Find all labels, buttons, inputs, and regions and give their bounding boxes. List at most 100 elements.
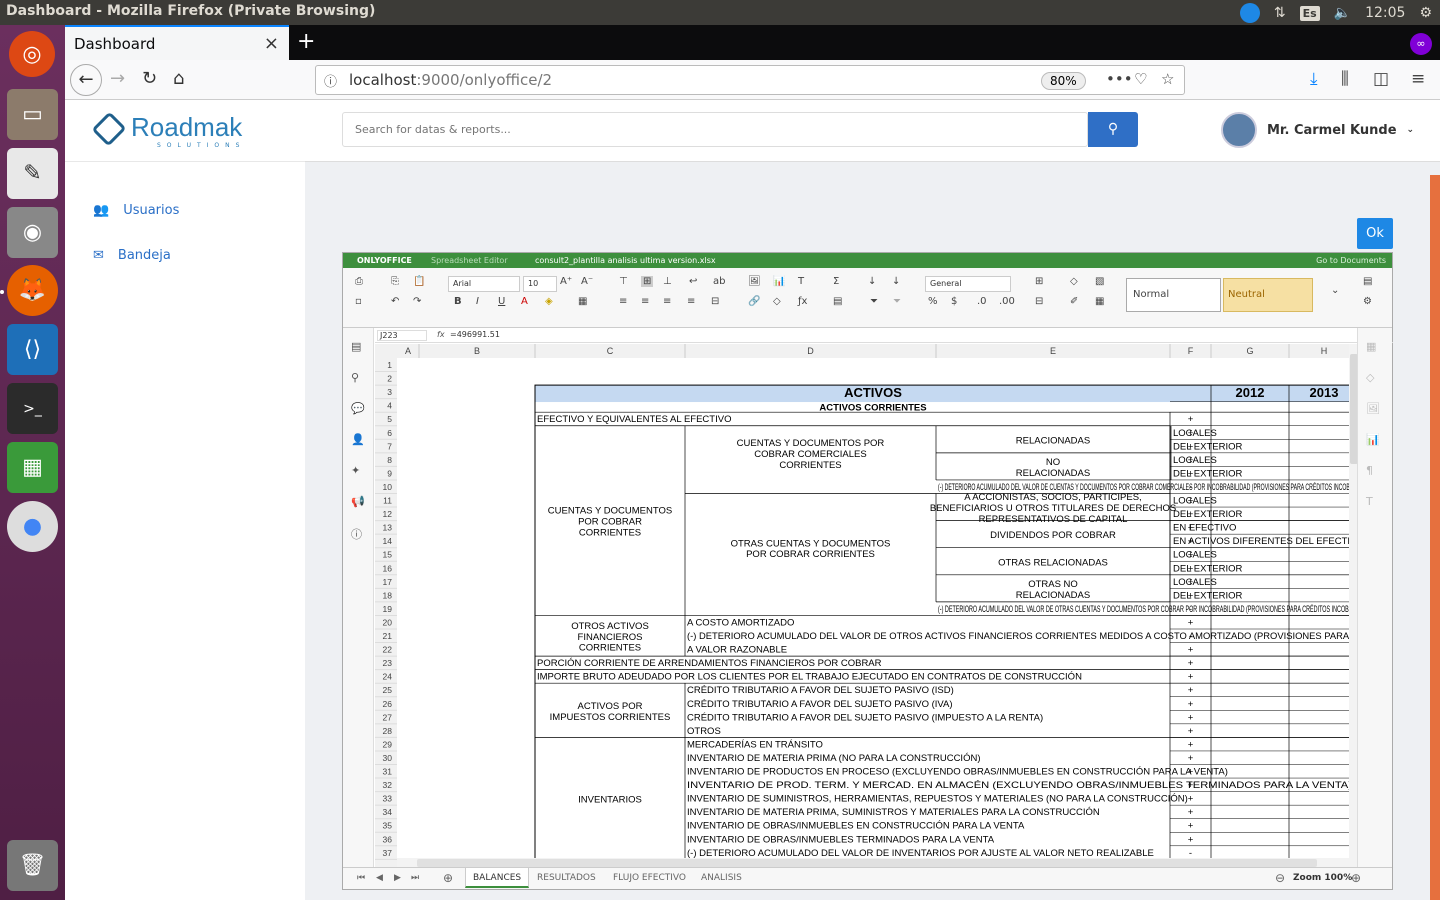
settings-gear-icon[interactable]: ⚙ [1419, 5, 1432, 21]
align-right-icon[interactable]: ≡ [663, 296, 671, 307]
copy-icon[interactable]: ⎘ [391, 276, 399, 287]
sheet-tab-flujo-efectivo[interactable]: FLUJO EFECTIVO [613, 873, 686, 883]
print-icon[interactable]: ⎙ [355, 276, 363, 287]
paragraph-settings-icon[interactable]: ¶ [1366, 464, 1373, 477]
orientation-icon[interactable]: ab [713, 276, 725, 287]
zoom-indicator[interactable]: 80% [1041, 72, 1086, 90]
insert-cells-icon[interactable]: ⊞ [1035, 276, 1043, 287]
sum-icon[interactable]: Σ [833, 276, 839, 287]
align-middle-icon[interactable]: ⊞ [641, 276, 654, 287]
plugins-icon[interactable]: ✦ [351, 464, 360, 477]
increase-font-icon[interactable]: A⁺ [560, 276, 572, 287]
borders-icon[interactable]: ▦ [578, 296, 587, 307]
chat-user-icon[interactable]: 👤 [351, 433, 365, 446]
prev-sheet-icon[interactable]: ◀ [376, 873, 383, 883]
sidebar-toggle-icon[interactable]: ◫ [1373, 69, 1389, 89]
roadmak-logo[interactable]: Roadmak SOLUTIONS [65, 100, 305, 162]
sidebar-item-bandeja[interactable]: ✉ Bandeja [93, 248, 171, 263]
file-menu-icon[interactable]: ▤ [351, 340, 361, 353]
font-name-select[interactable]: Arial [448, 276, 520, 292]
vscode-icon[interactable]: ⟨⟩ [7, 324, 58, 375]
bookmark-star-icon[interactable]: ☆ [1161, 70, 1174, 88]
percent-icon[interactable]: % [928, 296, 938, 307]
copy-style-icon[interactable]: ✐ [1070, 296, 1078, 307]
search-input[interactable] [343, 113, 1087, 146]
chrome-icon[interactable]: ● [7, 501, 58, 552]
image-settings-icon[interactable]: 🖼 [1366, 402, 1380, 415]
zoom-out-icon[interactable]: ⊖ [1275, 871, 1285, 885]
trash-icon[interactable]: 🗑 [7, 840, 58, 891]
style-neutral[interactable]: Neutral [1223, 278, 1313, 312]
currency-icon[interactable]: $ [951, 296, 957, 307]
comments-icon[interactable]: 💬 [351, 402, 365, 415]
about-icon[interactable]: ⓘ [351, 526, 362, 542]
number-format-select[interactable]: General [925, 276, 1011, 292]
teamviewer-icon[interactable] [1239, 3, 1260, 23]
conditional-format-icon[interactable]: ▧ [1095, 276, 1104, 287]
decrease-decimal-icon[interactable]: .0 [977, 296, 987, 307]
url-bar[interactable]: ⓘ localhost:9000/onlyoffice/2 80% ••• ♡ … [315, 65, 1185, 95]
go-to-documents-link[interactable]: Go to Documents [1316, 256, 1386, 265]
styles-expand-icon[interactable]: ⌄ [1331, 285, 1339, 296]
site-info-icon[interactable]: ⓘ [324, 71, 337, 90]
insert-shape-icon[interactable]: ◇ [773, 296, 781, 307]
style-normal[interactable]: Normal [1126, 278, 1221, 312]
insert-text-icon[interactable]: T [798, 276, 804, 287]
spreadsheet-icon[interactable]: ▦ [7, 442, 58, 493]
spreadsheet-grid[interactable]: A B C D E F G H 1 2 3 4 5 6 7 8 9 10 11 12 13 14 15 16 17 18 19 20 2… [375, 344, 1359, 868]
increase-decimal-icon[interactable]: .00 [999, 296, 1015, 307]
formula-input[interactable]: =496991.51 [450, 330, 500, 339]
italic-icon[interactable]: I [476, 296, 479, 307]
volume-icon[interactable]: 🔈 [1334, 5, 1351, 21]
downloads-icon[interactable]: ⤓ [1310, 69, 1318, 89]
shape-settings-icon[interactable]: ◇ [1366, 371, 1374, 384]
sort-desc-icon[interactable]: ↓ [892, 276, 900, 287]
insert-link-icon[interactable]: 🔗 [748, 296, 760, 307]
files-icon[interactable]: ▭ [7, 89, 58, 140]
home-button[interactable]: ⌂ [173, 68, 184, 89]
justify-icon[interactable]: ≡ [687, 296, 695, 307]
view-settings-icon[interactable]: ▤ [1363, 276, 1372, 287]
screenshot-camera-icon[interactable]: ◉ [7, 207, 58, 258]
add-sheet-icon[interactable]: ⊕ [443, 871, 453, 885]
insert-chart-icon[interactable]: 📊 [773, 276, 785, 287]
page-actions-icon[interactable]: ••• [1106, 70, 1133, 88]
first-sheet-icon[interactable]: ⏮ [357, 873, 365, 883]
table-template-icon[interactable]: ▦ [1095, 296, 1104, 307]
sort-asc-icon[interactable]: ↓ [868, 276, 876, 287]
font-size-select[interactable]: 10 [523, 276, 557, 292]
decrease-font-icon[interactable]: A⁻ [581, 276, 593, 287]
undo-icon[interactable]: ↶ [391, 296, 399, 307]
new-tab-icon[interactable]: + [297, 29, 315, 54]
bold-icon[interactable]: B [454, 296, 462, 307]
firefox-icon[interactable]: 🦊 [7, 265, 58, 316]
last-sheet-icon[interactable]: ⏭ [411, 873, 419, 883]
textart-settings-icon[interactable]: T [1366, 495, 1373, 508]
sheet-tab-balances[interactable]: BALANCES [465, 868, 530, 888]
insert-function-icon[interactable]: ƒx [798, 296, 807, 307]
clear-filter-icon[interactable]: ⏷ [893, 296, 901, 307]
wrap-text-icon[interactable]: ↩ [689, 276, 697, 287]
terminal-icon[interactable]: >_ [7, 383, 58, 434]
search-button[interactable]: ⚲ [1088, 112, 1138, 147]
underline-icon[interactable]: U [498, 296, 505, 307]
align-top-icon[interactable]: ⊤ [619, 276, 628, 287]
keyboard-layout[interactable]: Es [1299, 5, 1320, 21]
align-left-icon[interactable]: ≡ [619, 296, 627, 307]
clock[interactable]: 12:05 [1365, 5, 1405, 21]
feedback-icon[interactable]: 📢 [351, 495, 365, 508]
function-icon[interactable]: fx [437, 330, 445, 339]
delete-cells-icon[interactable]: ⊟ [1035, 296, 1043, 307]
advanced-settings-icon[interactable]: ⚙ [1363, 296, 1372, 307]
cell-reference-box[interactable]: J223 [377, 330, 427, 341]
save-icon[interactable]: ▫ [355, 296, 362, 307]
forward-button[interactable]: → [110, 68, 125, 89]
zoom-in-icon[interactable]: ⊕ [1351, 871, 1361, 885]
chart-settings-icon[interactable]: 📊 [1366, 433, 1380, 446]
redo-icon[interactable]: ↷ [413, 296, 421, 307]
network-icon[interactable]: ⇅ [1274, 5, 1286, 21]
insert-image-icon[interactable]: 🖼 [748, 276, 761, 287]
paste-icon[interactable]: 📋 [413, 276, 425, 287]
fill-color-icon[interactable]: ◈ [545, 296, 553, 307]
close-tab-icon[interactable]: × [264, 33, 279, 54]
